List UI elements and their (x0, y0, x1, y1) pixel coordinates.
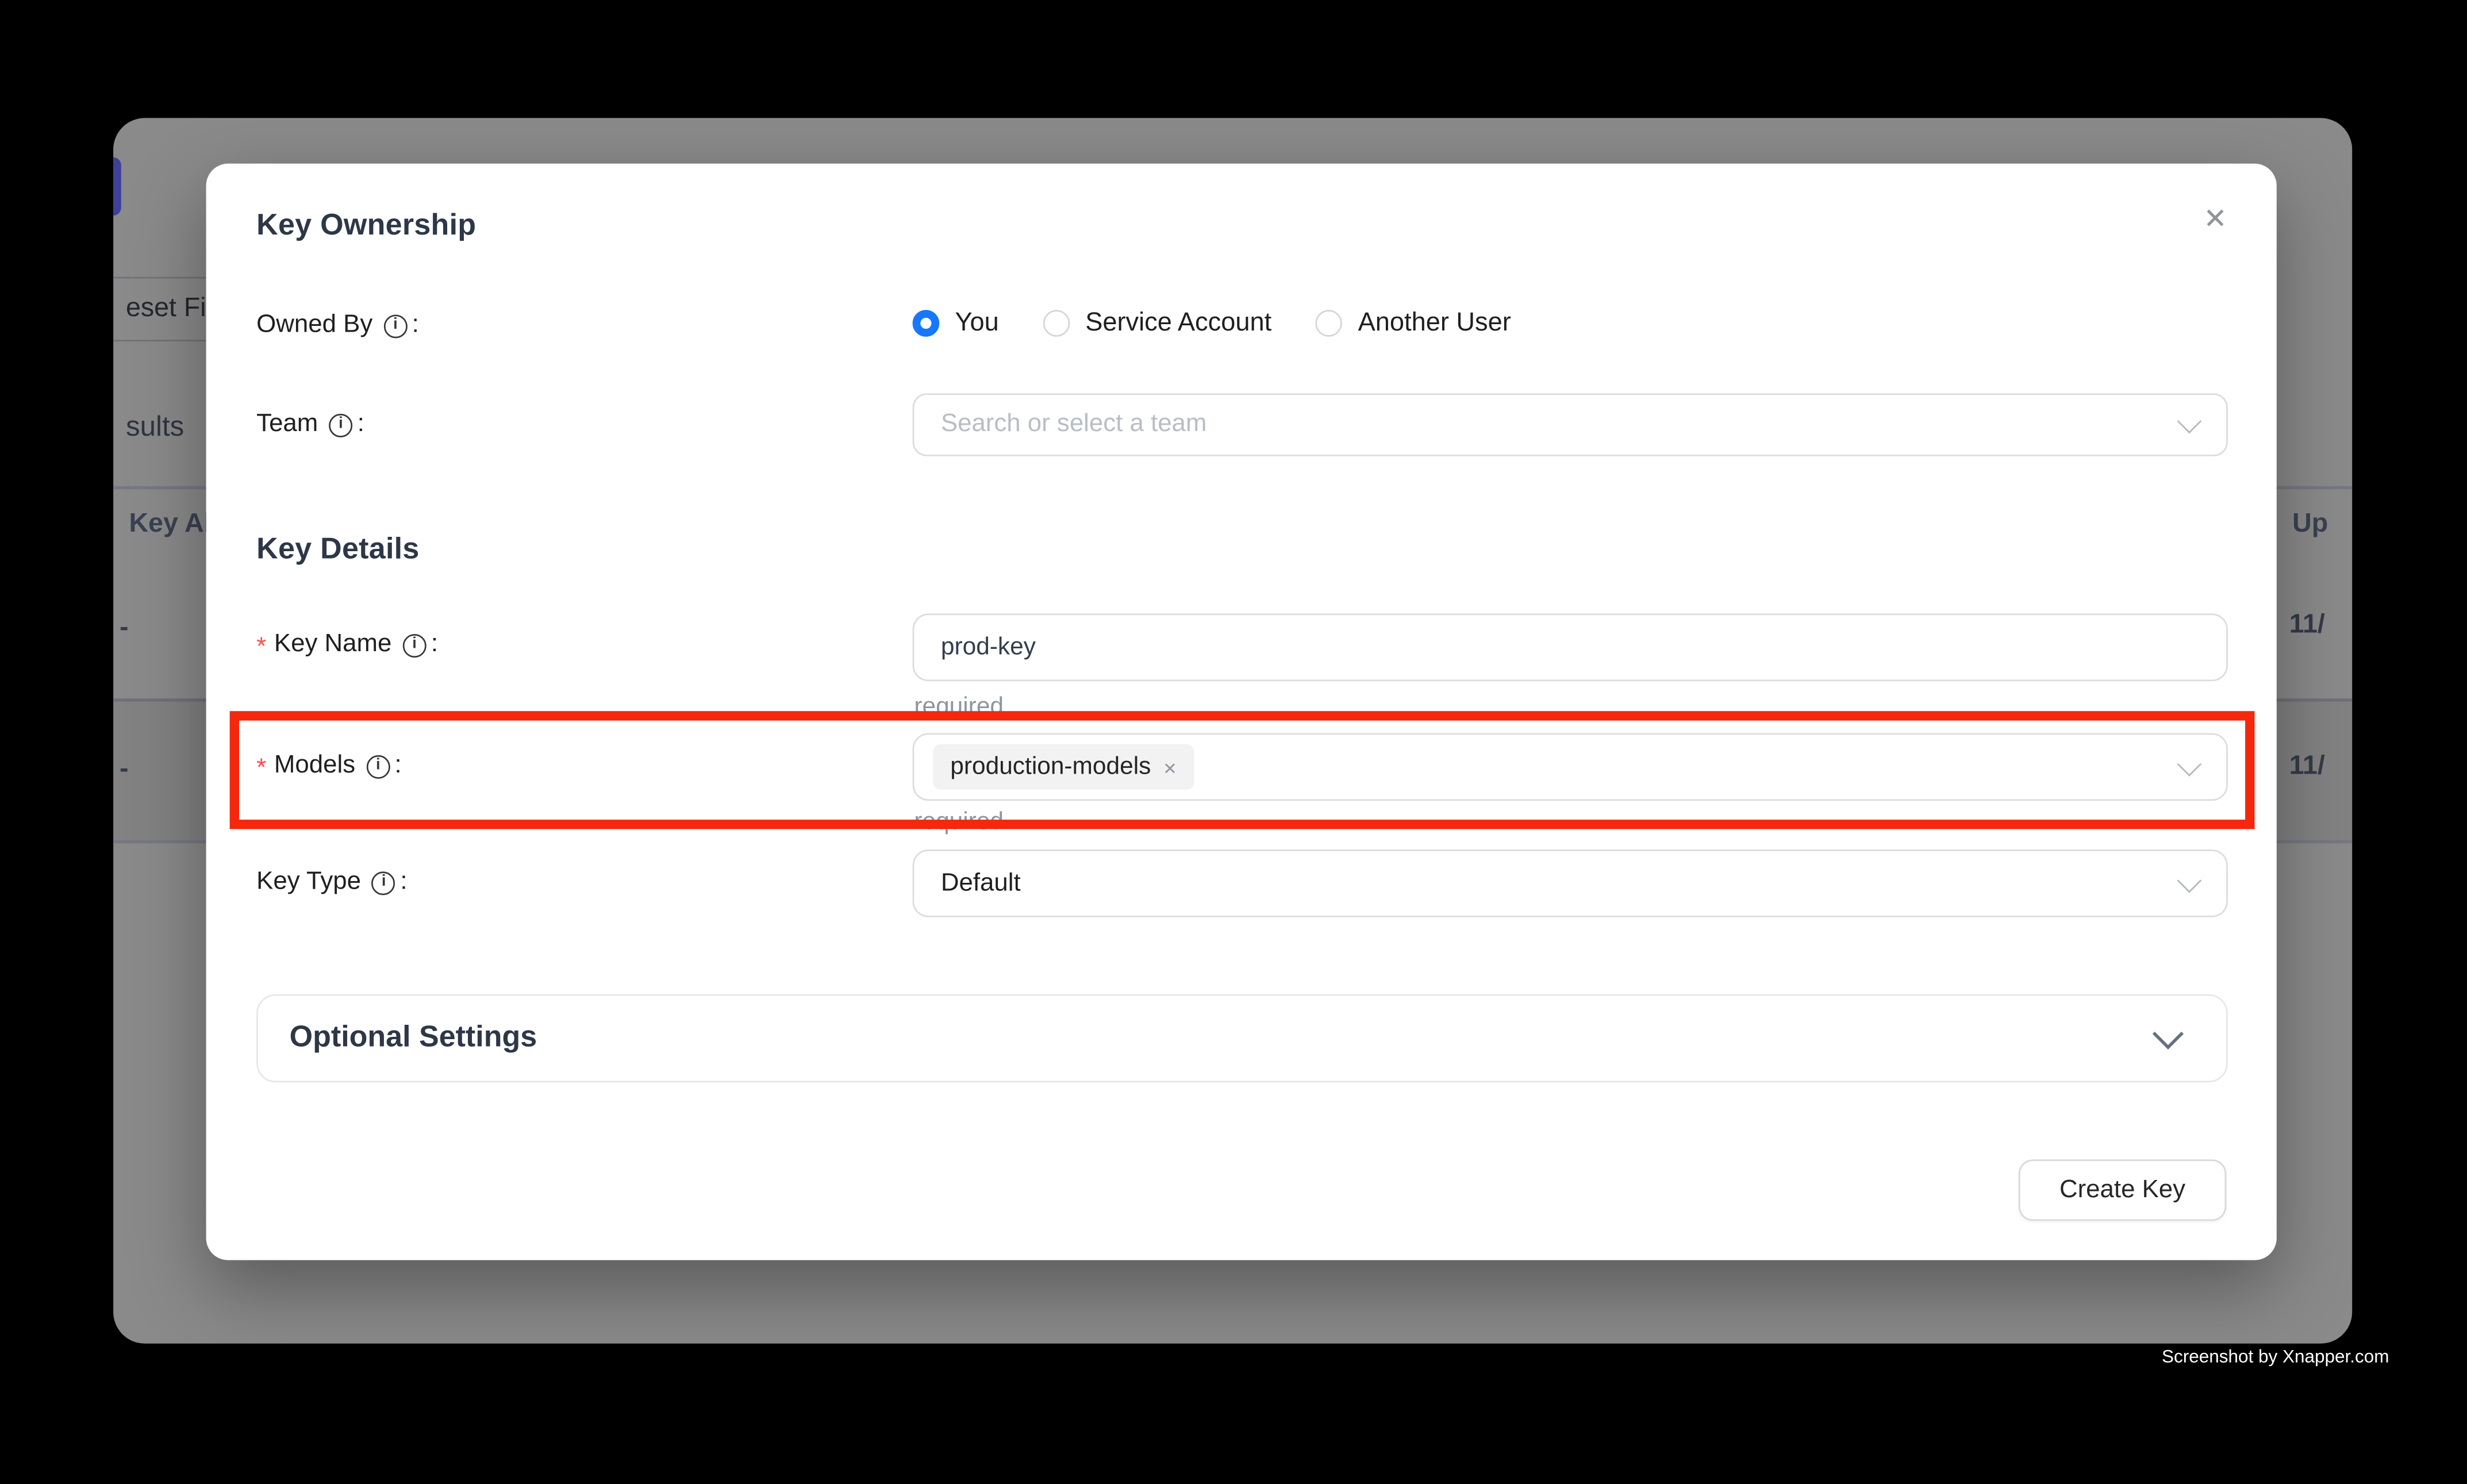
reset-filters-label-fragment: eset Filt (126, 291, 220, 325)
info-icon[interactable]: i (383, 314, 407, 337)
team-select-placeholder: Search or select a team (941, 410, 1207, 439)
models-select[interactable]: production-models × (913, 733, 2228, 801)
team-label-text: Team (256, 407, 318, 442)
chevron-down-icon (2177, 751, 2202, 776)
models-label-text: Models (274, 749, 355, 783)
info-icon[interactable]: i (403, 633, 426, 657)
owned-by-label: Owned By i : (256, 309, 419, 343)
info-icon[interactable]: i (329, 413, 352, 437)
modal-title: Key Ownership (256, 209, 476, 244)
table-row-updated-cell: 11/ (2289, 608, 2325, 642)
key-name-input[interactable]: prod-key (913, 614, 2228, 682)
selected-model-tag: production-models × (933, 744, 1194, 790)
key-type-select[interactable]: Default (913, 849, 2228, 917)
selected-model-tag-text: production-models (950, 753, 1151, 781)
team-label: Team i : (256, 407, 364, 442)
radio-you[interactable]: You (913, 309, 999, 339)
radio-service-account[interactable]: Service Account (1043, 309, 1271, 339)
radio-circle-icon[interactable] (1043, 310, 1070, 337)
table-row-alias-cell: - (120, 610, 129, 645)
required-asterisk: * (256, 752, 266, 786)
team-select[interactable]: Search or select a team (913, 393, 2228, 456)
watermark-text: Screenshot by Xnapper.com (2162, 1348, 2389, 1367)
models-label: * Models i : (256, 749, 402, 783)
optional-settings-toggle[interactable]: Optional Settings (256, 994, 2228, 1082)
column-header-updated: Up (2292, 506, 2328, 541)
results-count-fragment: sults (126, 409, 184, 444)
required-asterisk: * (256, 631, 266, 666)
owned-by-radio-group: You Service Account Another User (913, 309, 1511, 339)
chevron-down-icon (2153, 1018, 2184, 1049)
models-required-message: required (914, 809, 1004, 837)
create-key-button[interactable]: Create Key (2019, 1159, 2226, 1221)
key-type-value: Default (941, 869, 1021, 897)
key-details-heading: Key Details (256, 533, 419, 568)
chevron-down-icon (2177, 868, 2202, 893)
tag-remove-icon[interactable]: × (1163, 755, 1176, 780)
optional-settings-title: Optional Settings (290, 1021, 537, 1055)
screenshot-stage: eset Filt sults Key Alia Up - 11/ - 11/ … (0, 0, 2467, 1483)
key-type-label-text: Key Type (256, 865, 361, 899)
radio-circle-checked-icon[interactable] (913, 310, 940, 337)
info-icon[interactable]: i (372, 871, 395, 894)
key-name-required-message: required (914, 694, 1004, 722)
table-row-alias-cell: - (120, 752, 129, 786)
key-name-value: prod-key (941, 633, 1036, 662)
key-type-label: Key Type i : (256, 865, 407, 899)
table-row-updated-cell: 11/ (2289, 749, 2325, 783)
key-name-label: * Key Name i : (256, 628, 438, 662)
radio-circle-icon[interactable] (1316, 310, 1343, 337)
key-name-label-text: Key Name (274, 628, 391, 662)
create-key-button-fragment[interactable] (113, 157, 121, 216)
owned-by-label-text: Owned By (256, 309, 372, 343)
close-icon[interactable]: ✕ (2195, 198, 2235, 239)
chevron-down-icon (2177, 409, 2202, 434)
info-icon[interactable]: i (366, 755, 390, 778)
radio-another-user[interactable]: Another User (1316, 309, 1511, 339)
create-key-modal: Key Ownership ✕ Owned By i : You Service… (206, 164, 2277, 1260)
